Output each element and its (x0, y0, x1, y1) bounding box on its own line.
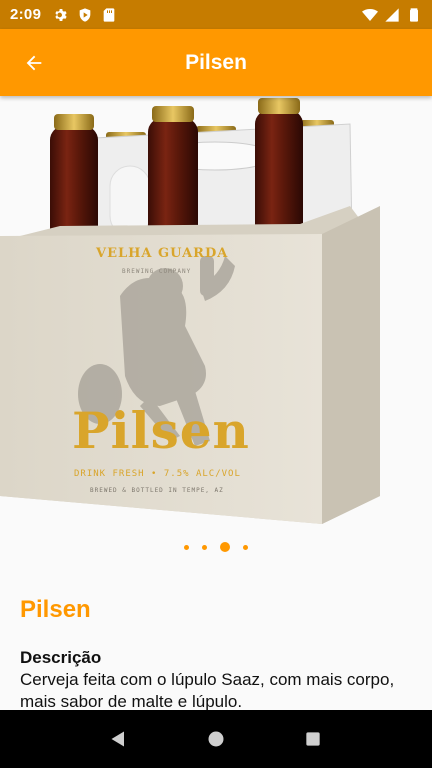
nav-home-button[interactable] (204, 727, 228, 751)
label-brand: VELHA GUARDA (96, 246, 229, 261)
page-dot[interactable] (243, 544, 248, 550)
carousel-pagination (0, 540, 432, 554)
signal-icon (384, 7, 400, 23)
description-text: Cerveja feita com o lúpulo Saaz, com mai… (20, 670, 395, 711)
status-time: 2:09 (10, 6, 42, 23)
sd-card-icon (101, 7, 117, 23)
battery-icon (406, 7, 422, 23)
page-title: Pilsen (185, 50, 247, 74)
page-dot-active[interactable] (220, 542, 230, 552)
back-triangle-icon (109, 729, 129, 749)
product-title: Pilsen (20, 596, 91, 623)
product-image (0, 98, 380, 524)
back-button[interactable] (14, 49, 54, 77)
shield-play-icon (77, 7, 93, 23)
page-dot[interactable] (202, 544, 207, 550)
gear-icon (53, 7, 69, 23)
label-subbrand: BREWING COMPANY (122, 268, 192, 275)
home-circle-icon (206, 729, 226, 749)
app-bar: Pilsen (0, 29, 432, 96)
system-nav-bar (0, 710, 432, 768)
label-name: Pilsen (72, 401, 250, 460)
recents-square-icon (303, 729, 323, 749)
label-tagline: DRINK FRESH • 7.5% ALC/VOL (74, 469, 241, 479)
nav-recents-button[interactable] (301, 727, 325, 751)
arrow-left-icon (23, 52, 45, 74)
status-icons-right (362, 7, 422, 23)
status-icons-left (53, 7, 117, 23)
image-carousel[interactable]: VELHA GUARDA BREWING COMPANY Pilsen DRIN… (0, 96, 432, 532)
page-dot[interactable] (184, 544, 189, 550)
nav-back-button[interactable] (107, 727, 131, 751)
status-bar: 2:09 (0, 0, 432, 29)
wifi-icon (362, 7, 378, 23)
description-label: Descrição (20, 648, 102, 667)
label-origin: BREWED & BOTTLED IN TEMPE, AZ (90, 487, 224, 494)
